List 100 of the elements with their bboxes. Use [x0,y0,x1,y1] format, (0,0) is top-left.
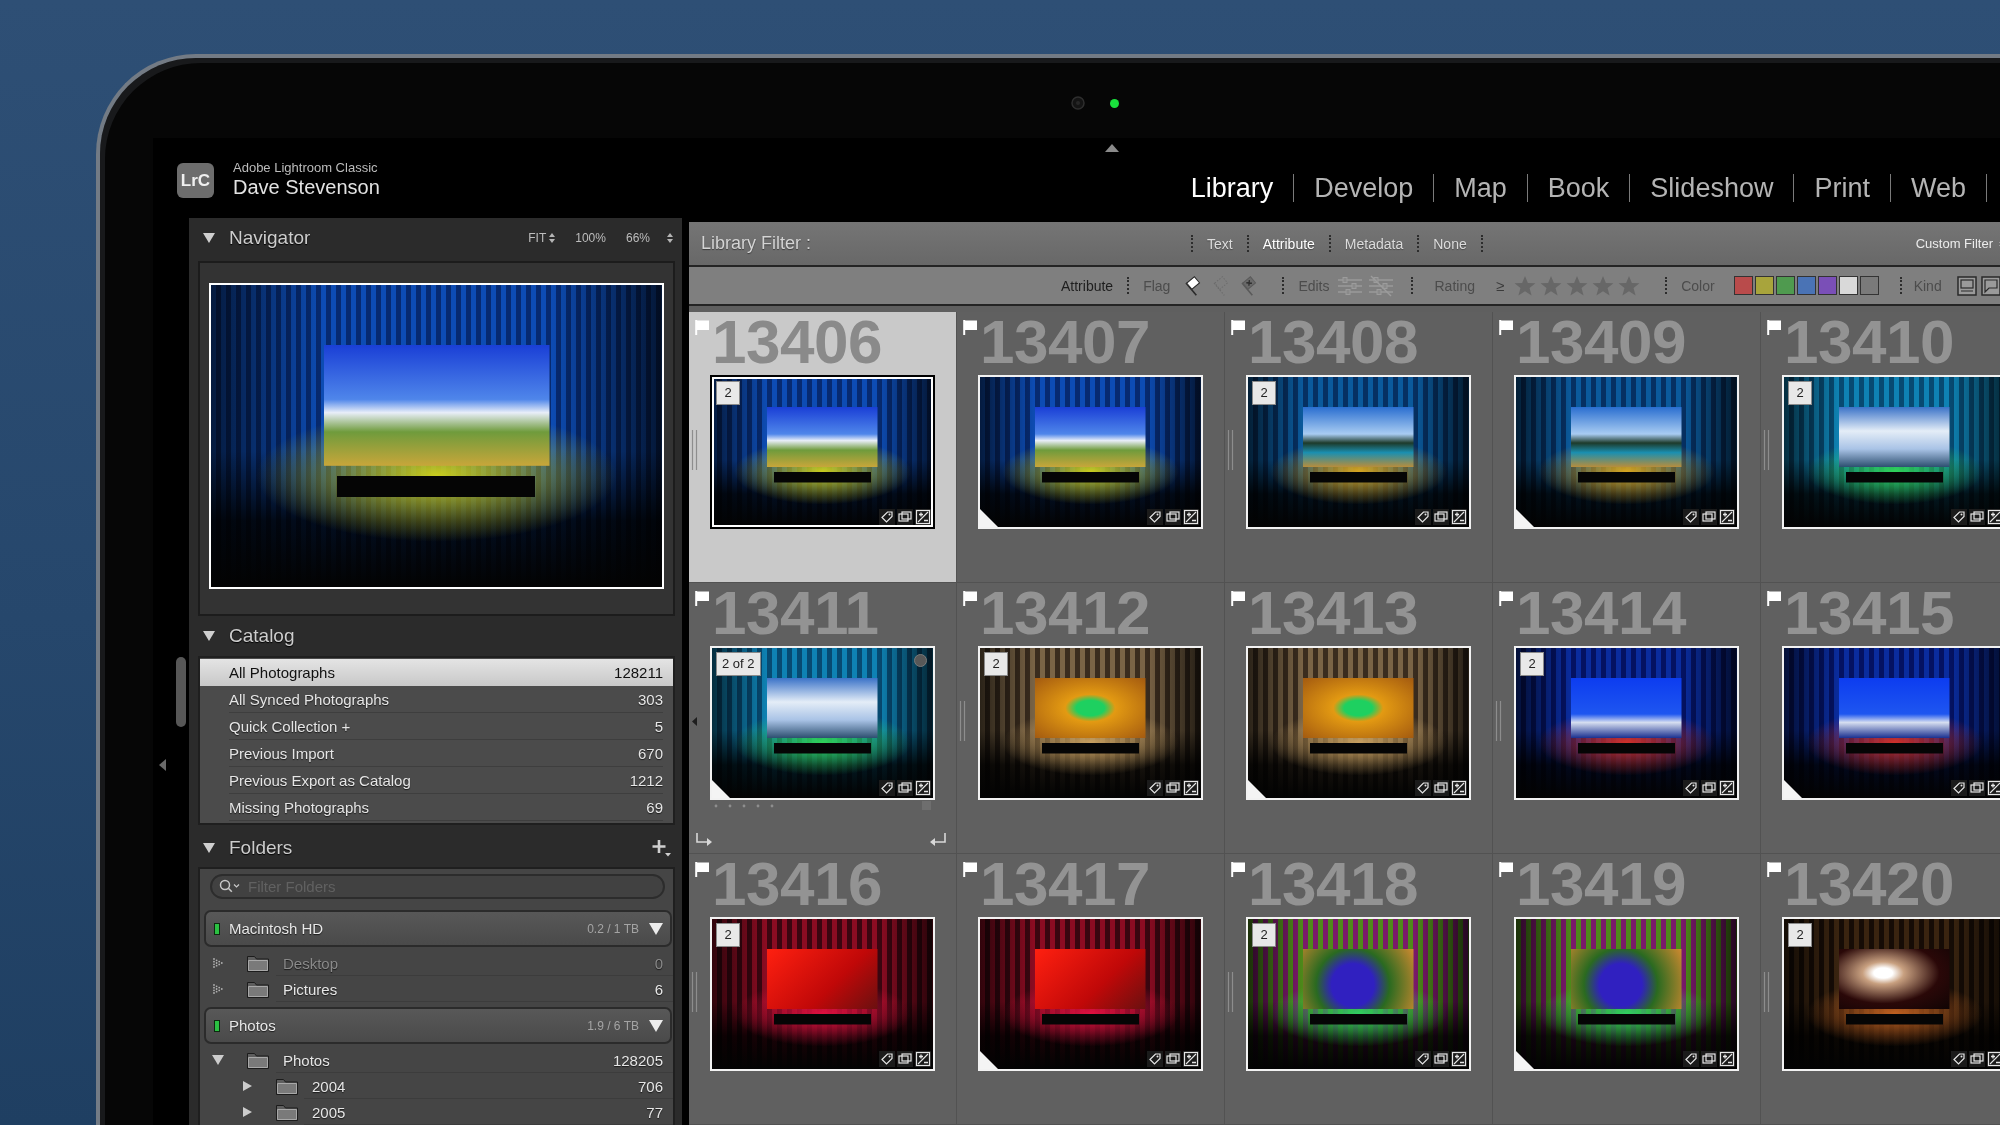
tag-icon[interactable] [1683,780,1699,796]
up-down-arrows-icon[interactable] [667,233,673,243]
preset-dropdown[interactable]: Custom Filter [1915,236,2000,251]
circle-icon[interactable] [914,654,927,667]
zoom-option[interactable]: 100% [575,231,606,245]
overlapping-squares-icon[interactable] [1433,780,1449,796]
overlapping-squares-icon[interactable] [1969,509,1985,525]
plus-minus-icon[interactable] [1183,780,1199,796]
plus-minus-icon[interactable] [1183,509,1199,525]
plus-minus-icon[interactable] [1719,780,1735,796]
plus-icon[interactable] [651,838,671,857]
catalog-item[interactable]: All Photographs 128211 [200,659,673,686]
caret-down-icon[interactable] [649,922,663,935]
overlapping-squares-icon[interactable] [1165,1051,1181,1067]
caret-left-icon[interactable] [692,717,697,726]
flag-icon[interactable] [963,862,978,877]
overlapping-squares-icon[interactable] [1433,509,1449,525]
module-tab[interactable]: Map [1434,174,1528,202]
bent-arrow-icon[interactable] [694,832,713,848]
tag-icon[interactable] [879,509,895,525]
filter-tab[interactable]: Text [1193,235,1247,252]
crossed-sliders-icon[interactable] [1367,274,1394,297]
overlapping-squares-icon[interactable] [1969,780,1985,796]
overlapping-squares-icon[interactable] [1701,1051,1717,1067]
flag-icon[interactable] [1499,591,1514,606]
tag-icon[interactable] [1683,509,1699,525]
overlapping-squares-icon[interactable] [1165,509,1181,525]
stack-count-badge[interactable]: 2 [1520,652,1544,676]
zoom-option[interactable]: 66% [625,231,650,245]
stack-grip-icon[interactable] [691,972,699,1012]
filter-tab[interactable]: None [1419,235,1481,252]
disclosure-triangle-icon[interactable] [203,842,215,853]
tag-icon[interactable] [1951,780,1967,796]
sliders-icon[interactable] [1336,274,1363,297]
stack-grip-icon[interactable] [1227,430,1235,470]
tag-icon[interactable] [1415,509,1431,525]
grid-cell[interactable]: 13406 2 [689,312,957,583]
label-swatch-icon[interactable] [1796,276,1816,295]
flag-icon[interactable] [695,862,710,877]
overlapping-squares-icon[interactable] [1165,780,1181,796]
caret-up-icon[interactable] [1105,144,1119,152]
disclosure-triangle-icon[interactable] [212,1055,224,1065]
scrollbar[interactable] [176,657,186,727]
caret-down-icon[interactable] [649,1019,663,1032]
plus-minus-icon[interactable] [915,1051,931,1067]
dotted-triangle-icon[interactable] [212,984,224,994]
overlapping-squares-icon[interactable] [1433,1051,1449,1067]
overlapping-squares-icon[interactable] [1701,780,1717,796]
bent-arrow-icon[interactable] [929,832,948,848]
module-tab[interactable]: Slideshow [1630,174,1795,202]
up-down-arrows-icon[interactable] [549,233,556,243]
overlapping-squares-icon[interactable] [897,509,913,525]
stack-grip-icon[interactable] [1495,701,1503,741]
label-swatch-icon[interactable] [1838,276,1858,295]
stack-grip-icon[interactable] [959,701,967,741]
flag-icon[interactable] [1767,320,1782,335]
stack-grip-icon[interactable] [1227,972,1235,1012]
plus-minus-icon[interactable] [1451,1051,1467,1067]
filter-tab[interactable]: Attribute [1248,235,1329,252]
flag-icon[interactable] [1499,320,1514,335]
caret-left-icon[interactable] [159,759,166,771]
flag-icon[interactable] [963,591,978,606]
volume-header[interactable]: Photos 1.9 / 6 TB [204,1007,672,1044]
frame-icon[interactable] [1956,275,1977,296]
filter-tab[interactable]: Metadata [1330,235,1418,252]
overlapping-squares-icon[interactable] [897,780,913,796]
disclosure-triangle-icon[interactable] [241,1081,253,1091]
flag-icon[interactable] [1231,320,1246,335]
label-swatch-icon[interactable] [1775,276,1795,295]
flag-icon[interactable] [1767,591,1782,606]
plus-minus-icon[interactable] [1451,780,1467,796]
zoom-option[interactable]: FIT [528,231,547,245]
stack-count-badge[interactable]: 2 of 2 [716,652,761,676]
disclosure-triangle-icon[interactable] [203,631,215,641]
plus-minus-icon[interactable] [1719,509,1735,525]
stack-grip-icon[interactable] [691,430,699,470]
tag-icon[interactable] [1951,509,1967,525]
stack-count-badge[interactable]: 2 [716,381,740,405]
tag-icon[interactable] [1147,509,1163,525]
tag-icon[interactable] [1683,1051,1699,1067]
plus-minus-icon[interactable] [1451,509,1467,525]
stack-count-badge[interactable]: 2 [984,652,1008,676]
plus-minus-icon[interactable] [1987,509,2000,525]
flag-icon[interactable] [1231,862,1246,877]
overlapping-squares-icon[interactable] [1969,1051,1985,1067]
tag-icon[interactable] [1147,1051,1163,1067]
label-swatch-icon[interactable] [1817,276,1837,295]
stack-count-badge[interactable]: 2 [1252,381,1276,405]
module-tab[interactable]: Book [1527,174,1631,202]
flag-icon[interactable] [695,591,710,606]
flag-icon[interactable] [1767,862,1782,877]
tag-icon[interactable] [1415,780,1431,796]
volume-header[interactable]: Macintosh HD 0.2 / 1 TB [204,910,672,947]
bubble-frame-icon[interactable] [1980,275,2000,296]
flag-icon[interactable] [1231,591,1246,606]
tag-icon[interactable] [1951,1051,1967,1067]
plus-minus-icon[interactable] [1719,1051,1735,1067]
overlapping-squares-icon[interactable] [1701,509,1717,525]
stack-grip-icon[interactable] [1763,430,1771,470]
stack-count-badge[interactable]: 2 [1788,923,1812,947]
